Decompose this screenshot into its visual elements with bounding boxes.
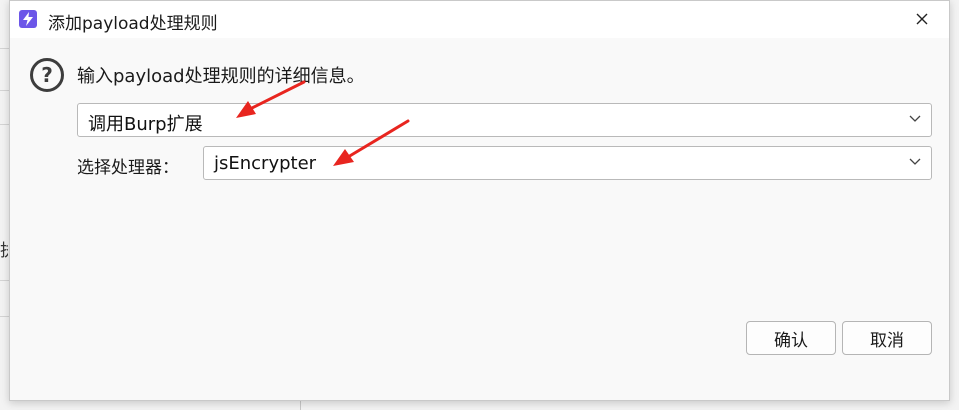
title-bar: 添加payload处理规则 xyxy=(10,1,949,38)
add-payload-rule-dialog: 添加payload处理规则 ? 输入payload处理规则的详细信息。 调用Bu… xyxy=(9,0,950,401)
background-divider xyxy=(0,280,9,281)
close-icon xyxy=(916,13,928,25)
background-divider xyxy=(0,124,9,125)
background-divider xyxy=(0,316,9,317)
rule-type-select[interactable]: 调用Burp扩展 xyxy=(77,103,932,137)
processor-select[interactable]: jsEncrypter xyxy=(203,146,932,180)
lightning-icon xyxy=(19,10,37,28)
chevron-down-icon xyxy=(909,115,921,122)
background-divider xyxy=(0,48,9,49)
question-circle-icon: ? xyxy=(30,58,64,92)
close-button[interactable] xyxy=(909,7,935,31)
processor-label: 选择处理器： xyxy=(77,158,179,178)
processor-value: jsEncrypter xyxy=(214,153,317,174)
rule-type-value: 调用Burp扩展 xyxy=(88,114,203,135)
background-divider xyxy=(0,90,9,91)
cancel-button[interactable]: 取消 xyxy=(842,321,932,355)
dialog-message: 输入payload处理规则的详细信息。 xyxy=(77,66,365,87)
dialog-title: 添加payload处理规则 xyxy=(48,14,218,34)
confirm-button[interactable]: 确认 xyxy=(746,321,836,355)
background-partial-text: 执 xyxy=(0,236,8,261)
chevron-down-icon xyxy=(909,158,921,165)
